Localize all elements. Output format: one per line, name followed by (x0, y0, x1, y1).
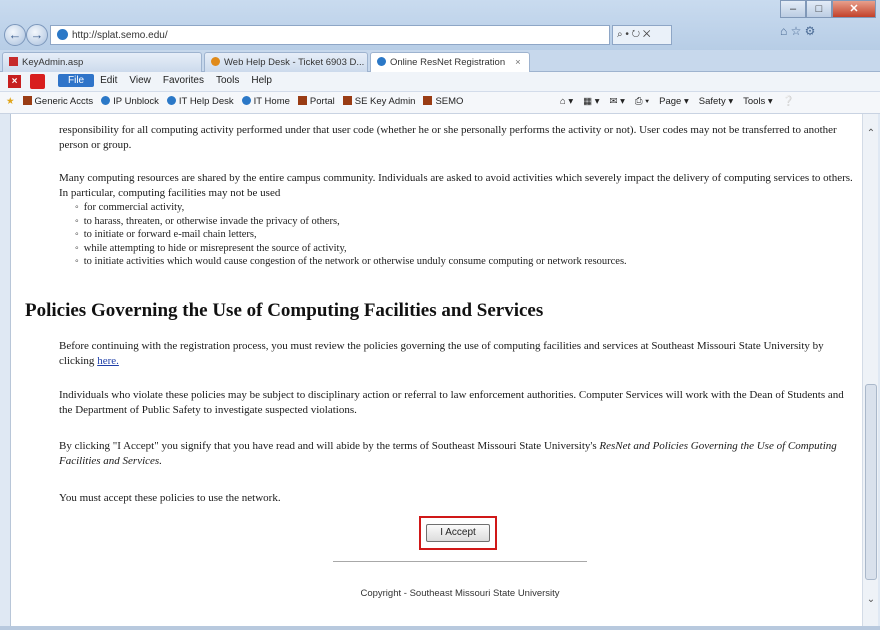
fav-icon (166, 96, 176, 105)
stop-icon[interactable]: × (8, 75, 21, 88)
minimize-button[interactable]: – (780, 0, 806, 18)
help-icon[interactable]: ❔ (783, 96, 795, 107)
fav-icon (423, 96, 433, 105)
policy-paragraph-user-code: responsibility for all computing activit… (59, 124, 837, 151)
footer-divider (333, 561, 587, 562)
menu-help[interactable]: Help (245, 74, 278, 87)
fav-icon (342, 96, 352, 105)
menu-file[interactable]: File (58, 74, 95, 87)
scroll-down-arrow-icon[interactable]: ⌄ (863, 592, 879, 608)
address-text: http://splat.semo.edu/ (72, 30, 168, 41)
page-heading: Policies Governing the Use of Computing … (25, 300, 544, 321)
review-policies-paragraph: Before continuing with the registration … (59, 339, 859, 369)
home-star-gear-icons[interactable]: ⌂ ☆ ⚙ (780, 24, 815, 38)
fav-ip-unblock[interactable]: IP Unblock (101, 96, 159, 107)
scrollbar-thumb[interactable] (865, 384, 877, 580)
i-accept-button[interactable]: I Accept (426, 524, 490, 542)
fav-generic-accts[interactable]: Generic Accts (22, 96, 93, 107)
policy-paragraph-shared-resources: Many computing resources are shared by t… (59, 172, 853, 199)
accept-terms-text: By clicking "I Accept" you signify that … (59, 440, 600, 452)
list-item: while attempting to hide or misrepresent… (75, 242, 627, 256)
tab-keyadmin[interactable]: KeyAdmin.asp (2, 52, 202, 72)
tab-favicon-icon (377, 57, 386, 66)
tab-favicon-icon (211, 57, 220, 66)
menu-edit[interactable]: Edit (94, 74, 123, 87)
tools-menu[interactable]: Tools ▾ (743, 96, 773, 107)
maximize-button[interactable]: □ (806, 0, 832, 18)
tab-close-icon[interactable]: × (515, 57, 521, 68)
menu-tools[interactable]: Tools (210, 74, 245, 87)
page-menu[interactable]: Page ▾ (659, 96, 689, 107)
accept-highlight-box: I Accept (419, 516, 497, 550)
fav-portal[interactable]: Portal (297, 96, 335, 107)
tab-favicon-icon (9, 57, 18, 66)
fav-semo[interactable]: SEMO (423, 96, 463, 107)
menu-bar: × File Edit View Favorites Tools Help (0, 72, 880, 92)
menu-view[interactable]: View (123, 74, 157, 87)
tab-online-resnet-registration[interactable]: Online ResNet Registration × (370, 52, 530, 72)
policies-here-link[interactable]: here. (97, 355, 119, 367)
fav-icon (297, 96, 307, 105)
safety-menu[interactable]: Safety ▾ (699, 96, 733, 107)
address-tools[interactable]: ⌕ • ↻ ✕ (612, 25, 672, 45)
mail-icon[interactable]: ✉ ▾ (610, 96, 625, 107)
tab-bar: KeyAdmin.asp Web Help Desk - Ticket 6903… (0, 50, 880, 72)
back-arrow-icon[interactable]: ← (4, 24, 26, 46)
browser-titlebar: ← → http://splat.semo.edu/ ⌕ • ↻ ✕ ⌂ ☆ ⚙… (0, 0, 880, 50)
forward-arrow-icon[interactable]: → (26, 24, 48, 46)
address-bar[interactable]: http://splat.semo.edu/ (50, 25, 610, 45)
fav-icon (241, 96, 251, 105)
fav-icon (101, 96, 111, 105)
list-item: for commercial activity, (75, 201, 627, 215)
ie-page-icon (57, 29, 68, 40)
prohibited-uses-list: for commercial activity, to harass, thre… (75, 201, 627, 269)
violations-paragraph: Individuals who violate these policies m… (59, 389, 844, 416)
list-item: to initiate activities which would cause… (75, 255, 627, 269)
vertical-scrollbar[interactable]: ⌃ ⌄ (862, 114, 878, 626)
fav-se-key-admin[interactable]: SE Key Admin (342, 96, 415, 107)
addon-icon[interactable] (30, 74, 45, 89)
close-window-button[interactable]: ✕ (832, 0, 876, 18)
review-text: Before continuing with the registration … (59, 340, 824, 367)
favorites-star-icon[interactable]: ★ (6, 96, 15, 107)
fav-icon (22, 96, 32, 105)
copyright-text: Copyright - Southeast Missouri State Uni… (360, 588, 560, 599)
menu-favorites[interactable]: Favorites (157, 74, 210, 87)
list-item: to harass, threaten, or otherwise invade… (75, 215, 627, 229)
page-viewport[interactable]: responsibility for all computing activit… (10, 114, 862, 626)
fav-it-help-desk[interactable]: IT Help Desk (166, 96, 234, 107)
window-bottom-border (0, 626, 880, 630)
must-accept-paragraph: You must accept these policies to use th… (59, 492, 281, 504)
favorites-bar: ★ Generic Accts IP Unblock IT Help Desk … (0, 92, 880, 114)
tab-web-help-desk[interactable]: Web Help Desk - Ticket 6903 D... (204, 52, 368, 72)
list-item: to initiate or forward e-mail chain lett… (75, 228, 627, 242)
print-icon[interactable]: ⎙ ▾ (635, 96, 649, 107)
home-toolbar-icon[interactable]: ⌂ ▾ (560, 96, 573, 107)
scroll-up-arrow-icon[interactable]: ⌃ (863, 126, 879, 142)
fav-it-home[interactable]: IT Home (241, 96, 290, 107)
feeds-icon[interactable]: ▦ ▾ (583, 96, 599, 107)
accept-terms-paragraph: By clicking "I Accept" you signify that … (59, 439, 859, 469)
